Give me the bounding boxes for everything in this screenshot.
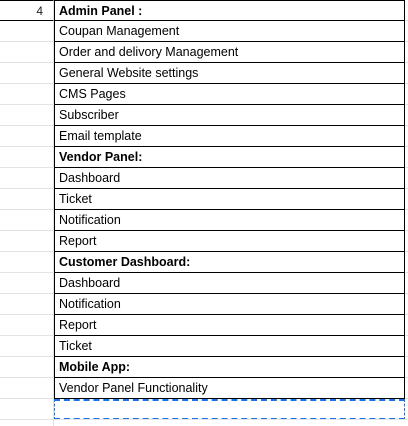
cell-column-a[interactable] (0, 84, 54, 105)
cell-column-a[interactable] (0, 42, 54, 63)
table-row: Order and delivory Management (0, 42, 408, 63)
cell-column-a[interactable] (0, 210, 54, 231)
column-divider (53, 420, 54, 426)
table-row: General Website settings (0, 63, 408, 84)
spreadsheet-grid: 4 Admin Panel : Coupan Management Order and… (0, 0, 408, 426)
table-row: Vendor Panel Functionality (0, 378, 408, 399)
section-heading-cell[interactable]: Customer Dashboard: (54, 252, 405, 273)
cell-column-a[interactable] (0, 315, 54, 336)
table-row: Report (0, 315, 408, 336)
section-heading-cell[interactable]: Vendor Panel: (54, 147, 405, 168)
cell-column-a[interactable] (0, 63, 54, 84)
cell-column-a[interactable] (0, 273, 54, 294)
feature-item-cell[interactable]: Dashboard (54, 168, 405, 189)
table-row: Notification (0, 210, 408, 231)
table-row: Dashboard (0, 168, 408, 189)
cell-column-a[interactable] (0, 147, 54, 168)
feature-item-cell[interactable]: Email template (54, 126, 405, 147)
cell-column-a[interactable] (0, 231, 54, 252)
table-row: Report (0, 231, 408, 252)
feature-item-cell[interactable]: Dashboard (54, 273, 405, 294)
table-row: Vendor Panel: (0, 147, 408, 168)
table-row: Mobile App: (0, 357, 408, 378)
feature-item-cell[interactable]: Report (54, 315, 405, 336)
table-row (0, 399, 408, 420)
table-row: Email template (0, 126, 408, 147)
feature-item-cell[interactable]: Notification (54, 210, 405, 231)
table-row: Coupan Management (0, 21, 408, 42)
feature-item-cell[interactable]: Notification (54, 294, 405, 315)
cell-column-a[interactable] (0, 126, 54, 147)
table-row: Ticket (0, 189, 408, 210)
feature-item-cell[interactable]: CMS Pages (54, 84, 405, 105)
table-row: Subscriber (0, 105, 408, 126)
table-row: Customer Dashboard: (0, 252, 408, 273)
feature-item-cell[interactable]: General Website settings (54, 63, 405, 84)
cell-column-a[interactable] (0, 294, 54, 315)
table-row: CMS Pages (0, 84, 408, 105)
row-number-cell[interactable]: 4 (0, 0, 54, 21)
grid-row-below[interactable] (0, 419, 408, 426)
feature-item-cell[interactable]: Ticket (54, 189, 405, 210)
selected-empty-cell[interactable] (54, 399, 405, 420)
cell-column-a[interactable] (0, 399, 54, 420)
feature-item-cell[interactable]: Report (54, 231, 405, 252)
table-row: 4 Admin Panel : (0, 0, 408, 21)
cell-column-a[interactable] (0, 378, 54, 399)
cell-column-a[interactable] (0, 168, 54, 189)
table-row: Notification (0, 294, 408, 315)
cell-column-a[interactable] (0, 21, 54, 42)
feature-item-cell[interactable]: Coupan Management (54, 21, 405, 42)
cell-column-a[interactable] (0, 105, 54, 126)
feature-item-cell[interactable]: Ticket (54, 336, 405, 357)
feature-item-cell[interactable]: Vendor Panel Functionality (54, 378, 405, 399)
cell-column-a[interactable] (0, 357, 54, 378)
cell-column-a[interactable] (0, 336, 54, 357)
table-row: Ticket (0, 336, 408, 357)
table-row: Dashboard (0, 273, 408, 294)
cell-column-a[interactable] (0, 252, 54, 273)
feature-item-cell[interactable]: Order and delivory Management (54, 42, 405, 63)
cell-column-a[interactable] (0, 189, 54, 210)
section-heading-cell[interactable]: Admin Panel : (54, 0, 405, 21)
section-heading-cell[interactable]: Mobile App: (54, 357, 405, 378)
feature-item-cell[interactable]: Subscriber (54, 105, 405, 126)
